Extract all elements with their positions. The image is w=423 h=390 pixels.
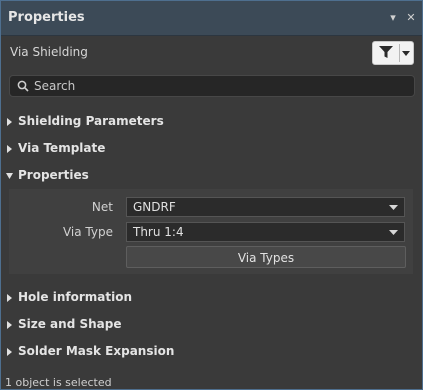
properties-panel: Properties ▾ ✕ Via Shielding Shielding P… <box>0 0 423 390</box>
section-label: Properties <box>18 168 89 182</box>
properties-section-body: Net GNDRF Via Type Thru 1:4 Via Types <box>9 189 413 274</box>
filter-button-separator <box>399 44 400 62</box>
filter-button[interactable] <box>372 41 414 65</box>
panel-title-bar[interactable]: Properties ▾ ✕ <box>1 1 422 36</box>
via-type-select[interactable]: Thru 1:4 <box>126 222 405 242</box>
net-label: Net <box>91 200 113 214</box>
section-label: Via Template <box>18 141 106 155</box>
chevron-down-icon[interactable] <box>389 230 398 235</box>
selection-status: 1 object is selected <box>5 376 112 389</box>
via-type-label: Via Type <box>62 225 113 239</box>
section-size-and-shape[interactable]: Size and Shape <box>1 314 422 336</box>
object-type-row: Via Shielding <box>1 36 422 71</box>
section-label: Hole information <box>18 290 132 304</box>
triangle-right-icon <box>7 294 12 302</box>
chevron-down-icon[interactable] <box>389 205 398 210</box>
search-box[interactable] <box>9 75 415 97</box>
via-type-value: Thru 1:4 <box>133 225 184 239</box>
panel-menu-icon[interactable]: ▾ <box>386 11 400 24</box>
funnel-icon <box>379 46 393 58</box>
chevron-down-icon[interactable] <box>402 51 410 56</box>
close-icon[interactable]: ✕ <box>404 11 418 24</box>
panel-title: Properties <box>8 10 85 25</box>
section-label: Solder Mask Expansion <box>18 344 175 358</box>
section-via-template[interactable]: Via Template <box>1 138 422 160</box>
triangle-right-icon <box>7 118 12 126</box>
section-properties[interactable]: Properties <box>1 165 422 187</box>
section-solder-mask-expansion[interactable]: Solder Mask Expansion <box>1 341 422 363</box>
net-value: GNDRF <box>133 200 176 214</box>
search-icon <box>17 80 29 92</box>
object-type-label: Via Shielding <box>10 45 88 59</box>
triangle-right-icon <box>7 348 12 356</box>
triangle-down-icon <box>6 173 13 179</box>
triangle-right-icon <box>7 321 12 329</box>
net-select[interactable]: GNDRF <box>126 197 405 217</box>
triangle-right-icon <box>7 145 12 153</box>
search-input[interactable] <box>34 76 404 96</box>
section-hole-information[interactable]: Hole information <box>1 287 422 309</box>
section-label: Size and Shape <box>18 317 122 331</box>
section-label: Shielding Parameters <box>18 114 164 128</box>
via-types-button[interactable]: Via Types <box>126 246 406 268</box>
section-shielding-parameters[interactable]: Shielding Parameters <box>1 111 422 133</box>
